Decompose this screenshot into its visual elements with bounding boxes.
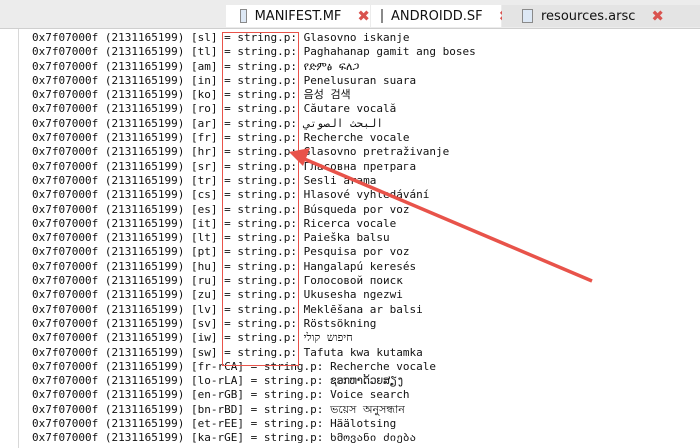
annotation-arrow: [289, 148, 593, 283]
